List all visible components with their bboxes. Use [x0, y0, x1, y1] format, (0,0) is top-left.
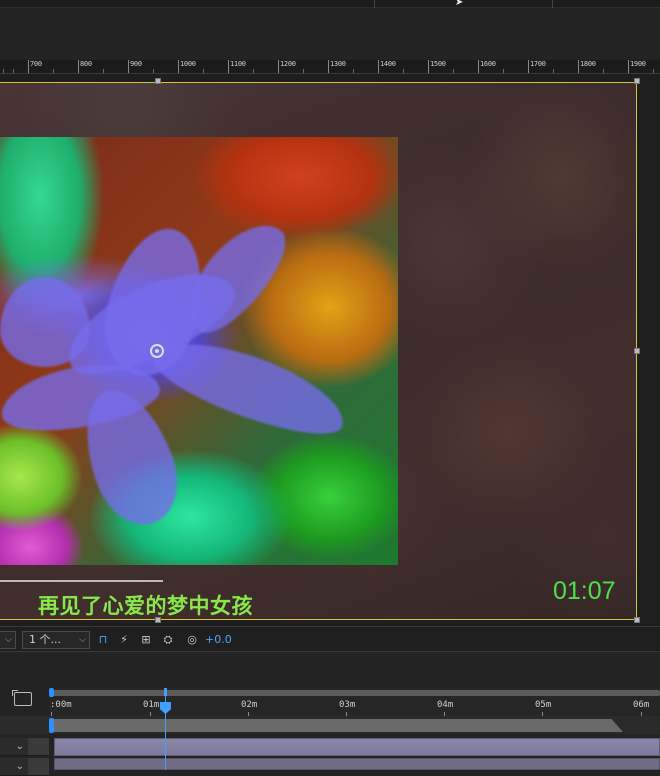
- ruler-label: 1400: [380, 60, 396, 68]
- anchor-point-icon[interactable]: [150, 344, 164, 358]
- ruler-label: 900: [130, 60, 142, 68]
- timeline-header-area: [0, 652, 660, 688]
- layer-label-swatch[interactable]: [28, 738, 49, 756]
- exposure-value[interactable]: +0.0: [205, 632, 232, 648]
- viewer-header-area: [0, 8, 660, 60]
- layer-duration-bar[interactable]: [51, 719, 623, 732]
- fractal-flower-image-layer[interactable]: [0, 137, 398, 565]
- composition-viewer[interactable]: 再见了心爱的梦中女孩 01:07: [0, 74, 660, 626]
- composition-marker-icon[interactable]: [12, 690, 32, 706]
- ruler-label: 1500: [430, 60, 446, 68]
- time-label: 06m: [633, 700, 650, 710]
- ruler-label: 1800: [580, 60, 596, 68]
- viewer-toolbar: ⌵ 1 个... ⌵ ⊓ ⚡ ⊞ ⛭ ◎ +0.0: [0, 626, 660, 652]
- timeline-icon[interactable]: ⊞: [138, 632, 154, 648]
- ruler-label: 1000: [180, 60, 196, 68]
- views-count-dropdown[interactable]: 1 个... ⌵: [22, 631, 90, 649]
- layer-label-swatch[interactable]: [28, 758, 49, 776]
- panel-divider: [374, 0, 375, 8]
- transform-handle[interactable]: [155, 78, 161, 84]
- ruler-label: 1300: [330, 60, 346, 68]
- resolution-dropdown[interactable]: ⌵: [0, 631, 16, 649]
- time-label: 02m: [241, 700, 258, 710]
- flowchart-icon[interactable]: ⛭: [160, 632, 176, 648]
- ruler-label: 1600: [480, 60, 496, 68]
- transform-handle[interactable]: [634, 617, 640, 623]
- chevron-down-icon: ⌵: [5, 635, 12, 645]
- layer-controls-row: [0, 716, 49, 734]
- ruler-label: 1100: [230, 60, 246, 68]
- transform-handle[interactable]: [634, 78, 640, 84]
- ruler-label: 700: [30, 60, 42, 68]
- chevron-down-icon: ⌄: [15, 741, 24, 752]
- time-label: 04m: [437, 700, 454, 710]
- layer-track[interactable]: [54, 738, 660, 756]
- horizontal-ruler[interactable]: 700 800 900 1000 1100 1200 1300 1400 150…: [0, 60, 660, 74]
- time-label: 01m: [143, 700, 160, 710]
- work-area-bar[interactable]: [51, 690, 660, 696]
- fast-preview-icon[interactable]: ⚡: [116, 632, 132, 648]
- panel-divider: [552, 0, 553, 8]
- top-panel-strip: [0, 0, 660, 8]
- ruler-label: 1700: [530, 60, 546, 68]
- layer-list: ⌄ ⌄: [0, 734, 49, 776]
- ruler-label: 800: [80, 60, 92, 68]
- reset-exposure-icon[interactable]: ◎: [184, 632, 200, 648]
- expand-layer-toggle[interactable]: ⌄: [0, 758, 28, 776]
- mouse-cursor-icon: ➤: [455, 0, 464, 8]
- lyric-progress-line: [0, 580, 163, 582]
- timecode-text-layer[interactable]: 01:07: [553, 577, 616, 606]
- chevron-down-icon: ⌄: [15, 761, 24, 772]
- toggle-view-layout-icon[interactable]: ⊓: [95, 632, 111, 648]
- playhead-top: [164, 688, 167, 696]
- chevron-down-icon: ⌵: [79, 635, 86, 645]
- layer-in-point-handle[interactable]: [49, 718, 54, 733]
- views-count-value: 1 个...: [29, 633, 61, 646]
- expand-layer-toggle[interactable]: ⌄: [0, 738, 28, 756]
- work-area-start-handle[interactable]: [49, 688, 54, 697]
- ruler-label: 1200: [280, 60, 296, 68]
- layer-track[interactable]: [54, 758, 660, 770]
- ruler-label: 1900: [630, 60, 646, 68]
- time-label: :00m: [50, 700, 72, 710]
- time-label: 05m: [535, 700, 552, 710]
- lyric-subtitle-text[interactable]: 再见了心爱的梦中女孩: [38, 590, 253, 620]
- transform-handle[interactable]: [634, 348, 640, 354]
- time-label: 03m: [339, 700, 356, 710]
